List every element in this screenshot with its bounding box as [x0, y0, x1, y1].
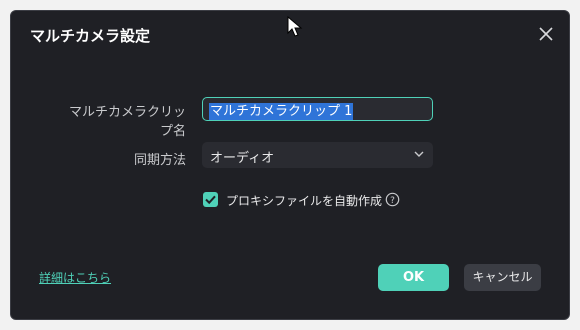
close-icon [539, 27, 553, 41]
help-icon[interactable]: ? [385, 192, 400, 207]
sync-method-value: オーディオ [210, 151, 275, 166]
clip-name-value: マルチカメラクリップ 1 [209, 103, 354, 120]
proxy-checkbox[interactable] [203, 192, 218, 207]
details-link[interactable]: 詳細はこちら [39, 269, 111, 286]
multicam-settings-dialog: マルチカメラ設定 マルチカメラクリップ名 マルチカメラクリップ 1 同期方法 オ… [10, 10, 570, 320]
mouse-pointer-icon [287, 16, 303, 37]
clip-name-label: マルチカメラクリップ名 [68, 105, 186, 139]
chevron-down-icon [414, 151, 424, 157]
checkmark-icon [205, 195, 216, 205]
close-button[interactable] [537, 25, 555, 43]
cancel-button[interactable]: キャンセル [464, 264, 541, 291]
sync-method-label: 同期方法 [133, 153, 186, 168]
svg-text:?: ? [390, 196, 395, 206]
sync-method-select[interactable]: オーディオ [202, 142, 433, 168]
clip-name-input[interactable]: マルチカメラクリップ 1 [202, 97, 433, 121]
dialog-title: マルチカメラ設定 [30, 27, 151, 45]
ok-button[interactable]: OK [378, 264, 449, 291]
proxy-checkbox-label: プロキシファイルを自動作成 [226, 194, 383, 208]
